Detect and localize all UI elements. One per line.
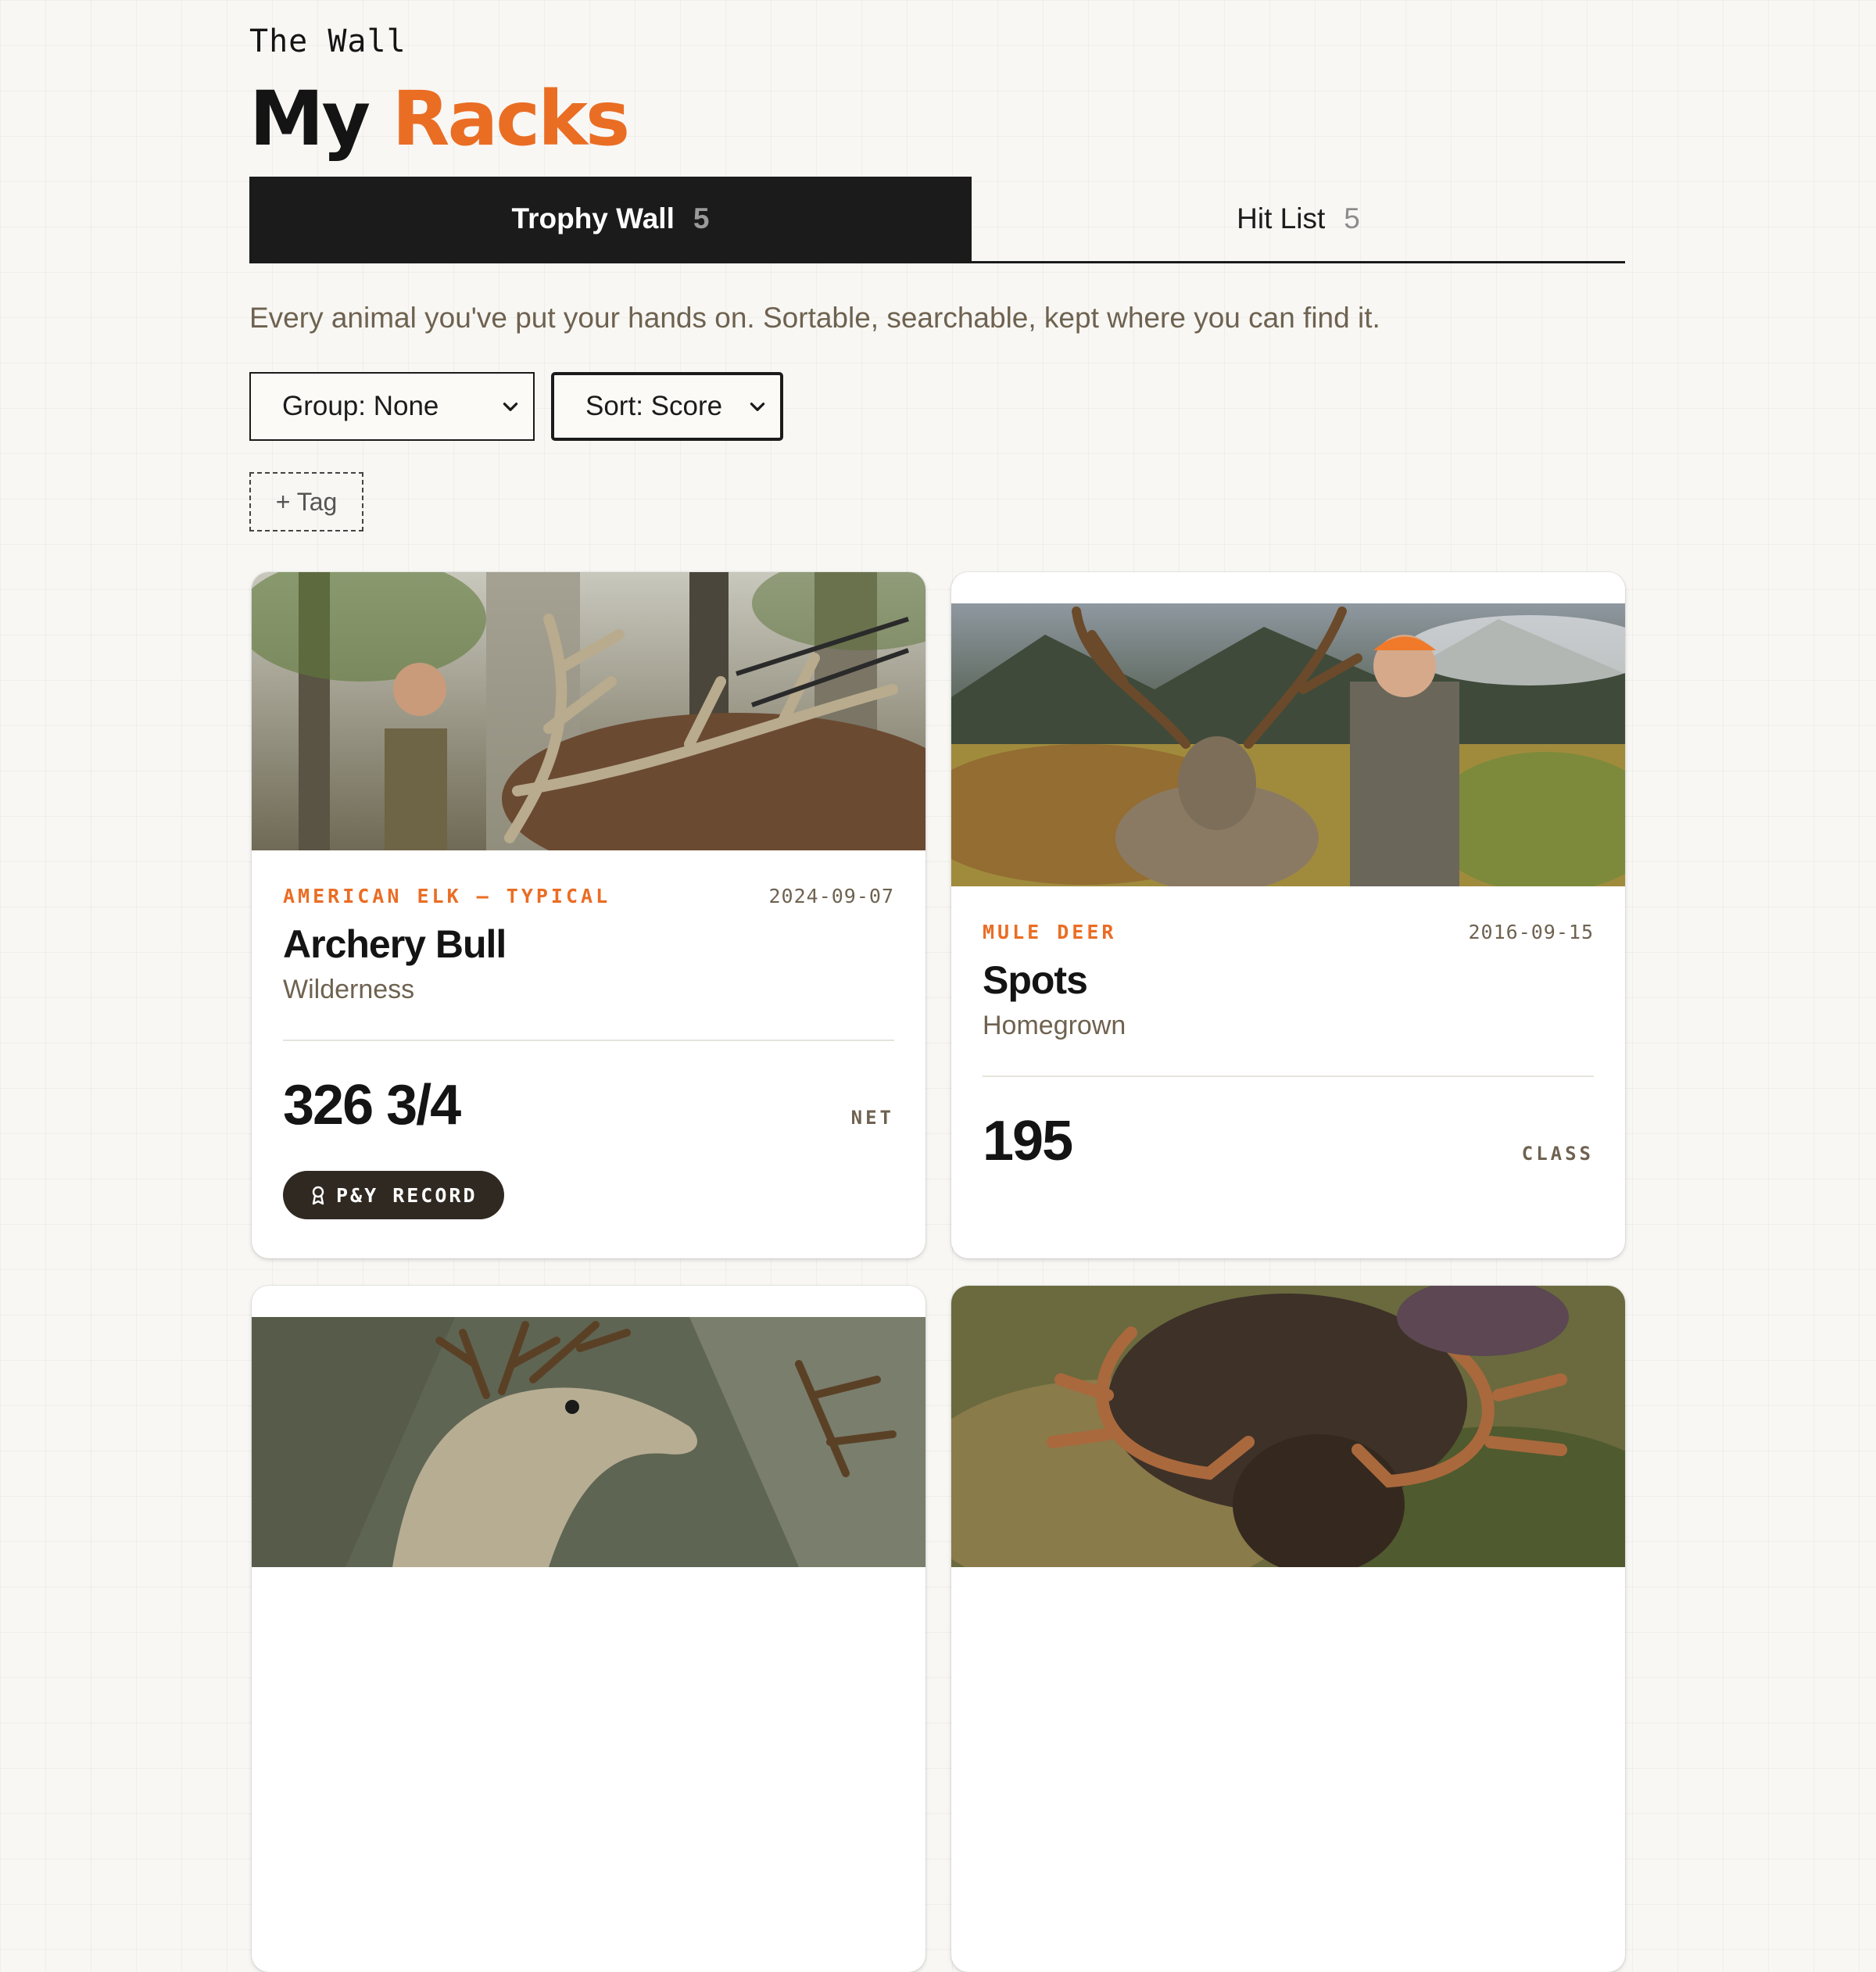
page-description: Every animal you've put your hands on. S… <box>249 302 1380 334</box>
score-unit: NET <box>850 1107 894 1129</box>
chevron-down-icon <box>503 403 518 411</box>
trophy-card[interactable] <box>252 1286 925 1972</box>
page-title: My Racks <box>249 81 630 156</box>
award-icon <box>312 1186 324 1205</box>
tab-label: Trophy Wall <box>511 202 675 234</box>
trophy-location: Homegrown <box>983 1011 1126 1040</box>
species-label: MULE DEER <box>983 921 1117 943</box>
trophy-name: Spots <box>983 958 1088 1002</box>
harvest-date: 2024-09-07 <box>768 885 894 907</box>
deer-mount-photo <box>252 1317 925 1567</box>
elk-hunter-photo <box>252 572 925 850</box>
trophy-card[interactable]: MULE DEER 2016-09-15 Spots Homegrown 195… <box>951 572 1625 1258</box>
divider <box>983 1075 1594 1077</box>
tab-bar: Trophy Wall 5 Hit List 5 <box>249 177 1625 263</box>
tab-count: 5 <box>1344 202 1360 234</box>
moose-photo <box>951 1286 1625 1567</box>
section-eyebrow: The Wall <box>249 23 406 59</box>
group-select[interactable]: Group: None <box>249 372 535 441</box>
title-prefix: My <box>249 75 371 163</box>
trophy-card[interactable] <box>951 1286 1625 1972</box>
title-accent: Racks <box>392 75 631 163</box>
add-tag-button[interactable]: + Tag <box>249 472 363 531</box>
tab-label: Hit List <box>1237 202 1326 234</box>
card-body: AMERICAN ELK — TYPICAL 2024-09-07 Archer… <box>283 885 894 1219</box>
score-unit: CLASS <box>1521 1143 1594 1165</box>
tab-trophy-wall[interactable]: Trophy Wall 5 <box>249 177 972 261</box>
harvest-date: 2016-09-15 <box>1468 921 1594 943</box>
mule-deer-hunter-photo <box>951 603 1625 886</box>
sort-select[interactable]: Sort: Score <box>551 372 783 441</box>
group-select-value: Group: None <box>282 391 439 421</box>
trophy-name: Archery Bull <box>283 922 507 966</box>
trophy-card[interactable]: AMERICAN ELK — TYPICAL 2024-09-07 Archer… <box>252 572 925 1258</box>
divider <box>283 1040 894 1041</box>
badge-label: P&Y RECORD <box>336 1183 478 1207</box>
chevron-down-icon <box>750 403 765 411</box>
trophy-score: 195 <box>983 1110 1073 1172</box>
tab-hit-list[interactable]: Hit List 5 <box>972 177 1625 261</box>
record-badge: P&Y RECORD <box>283 1171 504 1219</box>
trophy-score: 326 3/4 <box>283 1074 461 1136</box>
species-label: AMERICAN ELK — TYPICAL <box>283 885 611 907</box>
card-body: MULE DEER 2016-09-15 Spots Homegrown 195… <box>983 921 1594 1169</box>
sort-select-value: Sort: Score <box>585 391 723 421</box>
tab-count: 5 <box>693 202 710 234</box>
trophy-location: Wilderness <box>283 975 415 1004</box>
